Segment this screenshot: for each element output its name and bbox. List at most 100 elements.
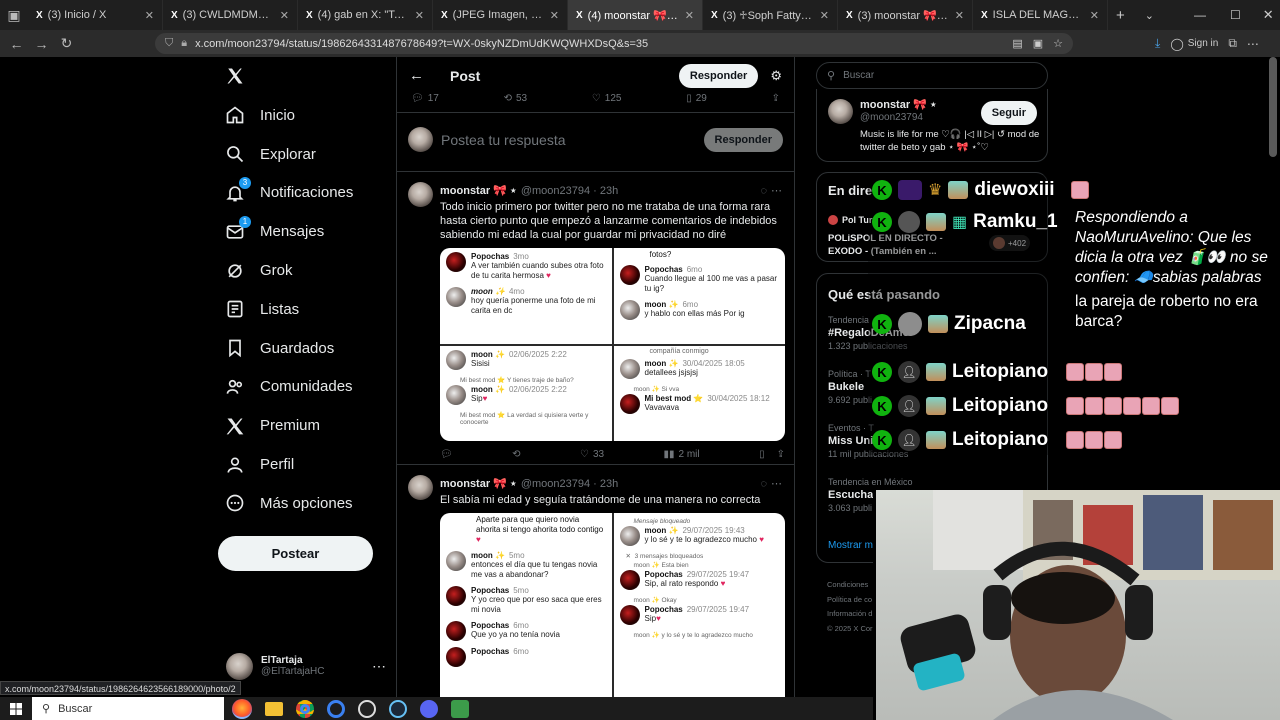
- minimize-button[interactable]: —: [1194, 8, 1206, 22]
- maximize-button[interactable]: ☐: [1230, 8, 1241, 22]
- taskbar-search[interactable]: ⚲ Buscar: [32, 697, 224, 720]
- reply-icon[interactable]: 💬︎: [440, 449, 453, 460]
- menu-icon[interactable]: ⋯: [1247, 37, 1259, 51]
- tweet-image-1[interactable]: Aparte para que quiero novia ahorita si …: [440, 513, 612, 697]
- media-icon[interactable]: ▣: [1033, 37, 1043, 50]
- avatar[interactable]: [408, 182, 433, 207]
- close-tab-icon[interactable]: ✕: [145, 9, 154, 22]
- app-icon[interactable]: [451, 699, 469, 718]
- steam-icon[interactable]: [389, 699, 407, 718]
- follow-button[interactable]: Seguir: [980, 101, 1037, 125]
- avatar[interactable]: [828, 99, 853, 124]
- tweet-author-name[interactable]: moonstar 🎀 ⋆: [440, 477, 517, 490]
- forward-button[interactable]: →: [29, 36, 54, 52]
- browser-tab[interactable]: X (3) ♱Soph Fatty Cen en X ✕: [703, 0, 838, 30]
- post-button[interactable]: Postear: [218, 536, 373, 571]
- browser-tab[interactable]: X (4) gab en X: "También a la ✕: [298, 0, 433, 30]
- footer-link[interactable]: Política de co: [827, 593, 873, 608]
- page-scrollbar[interactable]: [1269, 57, 1277, 157]
- reader-view-icon[interactable]: ▤: [1012, 37, 1022, 50]
- trend-item[interactable]: Política · T Bukele 9.692 publi: [828, 369, 872, 405]
- reload-button[interactable]: ↻: [54, 35, 79, 52]
- avatar[interactable]: [408, 475, 433, 500]
- browser-tab[interactable]: X (4) moonstar 🎀 ⋆ en X ✕: [568, 0, 703, 30]
- cortana-icon[interactable]: [327, 699, 345, 718]
- new-tab-button[interactable]: +: [1116, 7, 1125, 24]
- nav-item-listas[interactable]: Listas: [225, 290, 395, 329]
- repost-action[interactable]: ⟲ 53: [504, 93, 528, 104]
- share-icon[interactable]: ⇪: [777, 449, 785, 460]
- browser-tab[interactable]: X ISLA DEL MAGO ♯ | (re ✕: [973, 0, 1108, 30]
- back-arrow-icon[interactable]: ←: [409, 67, 424, 84]
- download-icon[interactable]: ⤓: [1155, 36, 1160, 51]
- close-tab-icon[interactable]: ✕: [280, 9, 289, 22]
- reply-tweet[interactable]: moonstar 🎀 ⋆ @moon23794 · 23h ◌ ⋯ Todo i…: [397, 171, 794, 464]
- reply-input[interactable]: Postea tu respuesta: [441, 132, 566, 148]
- tweet-image-2[interactable]: fotos? Popochas 6mo Cuando llegue al 100 m…: [613, 248, 785, 344]
- reply-submit-button[interactable]: Responder: [703, 128, 783, 152]
- bookmark-icon[interactable]: ▯: [759, 449, 765, 460]
- profile-card-name[interactable]: moonstar 🎀 ⋆: [860, 98, 937, 111]
- grok-icon[interactable]: ◌: [760, 185, 767, 197]
- tweet-image-grid[interactable]: Popochas 3mo A ver también cuando subes ot…: [440, 248, 785, 441]
- chrome-icon[interactable]: [296, 699, 314, 718]
- nav-item-perfil[interactable]: Perfil: [225, 445, 395, 484]
- extensions-icon[interactable]: ⧉: [1228, 36, 1237, 51]
- more-icon[interactable]: ⋯: [372, 658, 386, 675]
- nav-item-premium[interactable]: Premium: [225, 406, 395, 445]
- tweet-image-3[interactable]: moon ✨ 02/06/2025 2:22 Sisisi Mi best mod …: [440, 346, 612, 441]
- reply-header-button[interactable]: Responder: [678, 63, 759, 88]
- more-icon[interactable]: ⋯: [771, 184, 782, 197]
- close-tab-icon[interactable]: ✕: [415, 9, 424, 22]
- close-tab-icon[interactable]: ✕: [685, 9, 694, 22]
- search-box[interactable]: ⚲ Buscar: [816, 62, 1048, 89]
- tweet-image-grid[interactable]: Aparte para que quiero novia ahorita si …: [440, 513, 785, 697]
- reply-tweet[interactable]: moonstar 🎀 ⋆ @moon23794 · 23h ◌ ⋯ El sab…: [397, 464, 794, 697]
- nav-item-guardados[interactable]: Guardados: [225, 329, 395, 368]
- footer-link[interactable]: Información d: [827, 607, 873, 622]
- blocked-count[interactable]: ✕ 3 mensajes bloqueados: [626, 552, 780, 560]
- footer-link[interactable]: Condiciones: [827, 578, 873, 593]
- tweet-image-4[interactable]: compañía conmigo moon ✨ 30/04/2025 18:05 d…: [613, 346, 785, 441]
- close-window-button[interactable]: ✕: [1263, 7, 1274, 23]
- nav-item-notificaciones[interactable]: 3 Notificaciones: [225, 174, 395, 213]
- reply-action[interactable]: 💬︎ 17: [411, 93, 439, 104]
- windows-start-icon[interactable]: [0, 702, 32, 715]
- tweet-image-1[interactable]: Popochas 3mo A ver también cuando subes ot…: [440, 248, 612, 344]
- nav-item-comunidades[interactable]: Comunidades: [225, 368, 395, 407]
- close-tab-icon[interactable]: ✕: [550, 9, 559, 22]
- signin-label[interactable]: Sign in: [1188, 38, 1219, 49]
- file-explorer-icon[interactable]: [265, 701, 283, 716]
- back-button[interactable]: ←: [4, 36, 29, 52]
- grok-icon[interactable]: ◌: [760, 478, 767, 490]
- tab-actions-icon[interactable]: ▣: [0, 7, 28, 24]
- like-action[interactable]: ♡ 33: [580, 449, 604, 460]
- browser-tab[interactable]: X (3) Inicio / X ✕: [28, 0, 163, 30]
- obs-icon[interactable]: [358, 699, 376, 718]
- close-tab-icon[interactable]: ✕: [820, 9, 829, 22]
- account-switcher[interactable]: ElTartaja @ElTartajaHC ⋯: [226, 648, 386, 684]
- favorite-star-icon[interactable]: ☆: [1053, 37, 1063, 50]
- nav-item-inicio[interactable]: Inicio: [225, 96, 395, 135]
- browser-tab[interactable]: X (3) CWLDMDMGCFPHZSY ✕: [163, 0, 298, 30]
- bookmark-action[interactable]: ▯ 29: [686, 93, 707, 104]
- live-user[interactable]: Pol Tur: [828, 215, 872, 225]
- address-bar[interactable]: ⛉ 🔒︎ x.com/moon23794/status/198626433148…: [155, 33, 1073, 54]
- firefox-icon[interactable]: [232, 698, 252, 719]
- views-action[interactable]: ▮▮ 2 mil: [664, 449, 700, 460]
- repost-icon[interactable]: ⟲: [512, 449, 520, 460]
- nav-item-grok[interactable]: Grok: [225, 251, 395, 290]
- profile-icon[interactable]: ◯: [1170, 37, 1183, 51]
- share-icon[interactable]: ⇪: [772, 93, 780, 104]
- more-icon[interactable]: ⋯: [771, 477, 782, 490]
- nav-item-mensajes[interactable]: 1 Mensajes: [225, 212, 395, 251]
- browser-tab[interactable]: X (JPEG Imagen, 629x1280 píxeles) ✕: [433, 0, 568, 30]
- close-tab-icon[interactable]: ✕: [955, 9, 964, 22]
- tab-list-icon[interactable]: ⌄: [1145, 9, 1154, 22]
- close-tab-icon[interactable]: ✕: [1090, 9, 1099, 22]
- nav-item-explorar[interactable]: Explorar: [225, 135, 395, 174]
- tweet-image-2[interactable]: Mensaje bloqueado moon ✨ 29/07/2025 19:43…: [613, 513, 785, 697]
- nav-item-ms-opciones[interactable]: Más opciones: [225, 484, 395, 523]
- show-more-link[interactable]: Mostrar m: [828, 540, 873, 551]
- sliders-icon[interactable]: ⚙: [770, 68, 782, 84]
